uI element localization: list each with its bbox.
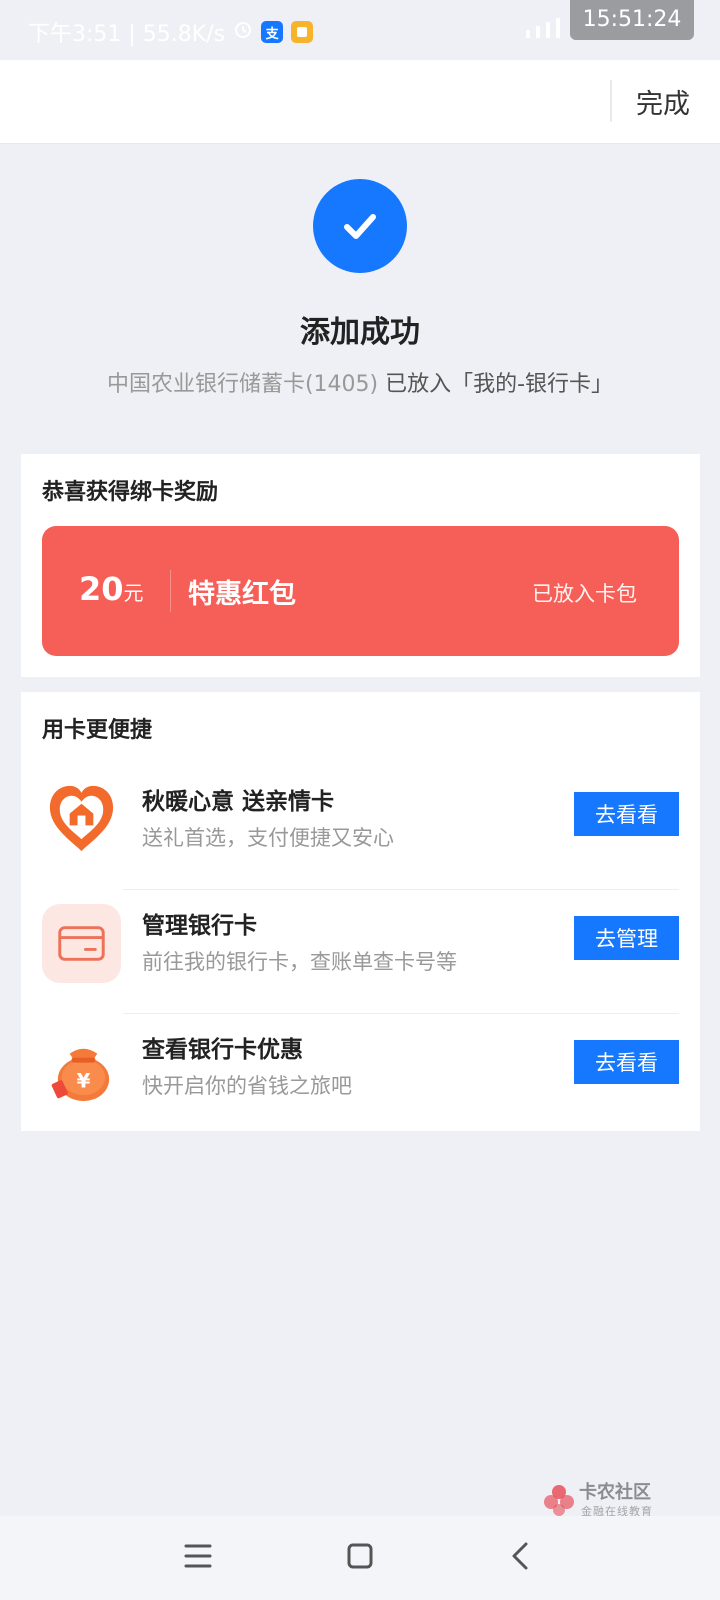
back-icon[interactable] <box>500 1536 540 1576</box>
signal-icons <box>526 18 560 38</box>
view-card-offers-button[interactable]: 去看看 <box>574 1040 679 1084</box>
signal-bar-icon <box>536 26 540 38</box>
service-title: 管理银行卡 <box>142 913 257 939</box>
service-row-card-offers[interactable]: ¥ 查看银行卡优惠 快开启你的省钱之旅吧 去看看 <box>21 1014 700 1138</box>
svg-text:¥: ¥ <box>77 1069 91 1092</box>
coupon-amount-unit: 元 <box>123 581 144 605</box>
coupon-amount-value: 20 <box>79 570 124 608</box>
watermark-title: 卡农社区 <box>579 1482 651 1503</box>
reward-card: 恭喜获得绑卡奖励 20元 特惠红包 已放入卡包 <box>21 454 700 677</box>
top-header: 完成 <box>0 60 720 144</box>
coupon-name: 特惠红包 <box>188 579 296 610</box>
view-family-card-button[interactable]: 去看看 <box>574 792 679 836</box>
money-bag-icon: ¥ <box>42 1028 121 1107</box>
success-title: 添加成功 <box>300 315 420 350</box>
service-row-manage-card[interactable]: 管理银行卡 前往我的银行卡，查账单查卡号等 去管理 <box>21 890 700 1014</box>
status-time-speed: 下午3:51 | 55.8K/s <box>28 22 226 47</box>
header-divider <box>610 80 612 122</box>
signal-bar-icon <box>526 30 530 38</box>
red-packet-coupon[interactable]: 20元 特惠红包 已放入卡包 <box>42 526 679 656</box>
check-icon <box>344 214 376 239</box>
services-card-title: 用卡更便捷 <box>42 718 153 743</box>
reward-card-title: 恭喜获得绑卡奖励 <box>42 480 219 505</box>
service-title: 秋暖心意 送亲情卡 <box>142 789 335 815</box>
status-left: 下午3:51 | 55.8K/s 支 <box>28 16 314 48</box>
signal-bar-icon <box>546 22 550 38</box>
alarm-icon <box>233 19 253 45</box>
notes-app-icon <box>291 21 314 43</box>
system-nav-bar <box>0 1516 720 1600</box>
success-description: 中国农业银行储蓄卡(1405) 已放入「我的-银行卡」 <box>0 366 720 398</box>
coupon-amount: 20元 <box>79 570 144 608</box>
status-bar: 下午3:51 | 55.8K/s 支 15:51:24 <box>0 0 720 60</box>
bank-card-icon <box>42 904 121 983</box>
service-title: 查看银行卡优惠 <box>142 1037 303 1063</box>
coupon-status: 已放入卡包 <box>532 582 637 606</box>
done-button[interactable]: 完成 <box>636 82 690 121</box>
signal-bar-icon <box>556 18 560 38</box>
home-icon[interactable] <box>340 1536 380 1576</box>
services-card: 用卡更便捷 秋暖心意 送亲情卡 送礼首选，支付便捷又安心 去看看 管理银行卡 前… <box>21 692 700 1131</box>
alipay-icon: 支 <box>261 21 284 43</box>
service-description: 送礼首选，支付便捷又安心 <box>142 826 394 850</box>
bound-card-name: 中国农业银行储蓄卡(1405) <box>106 372 379 397</box>
watermark-flower-icon <box>544 1485 574 1516</box>
service-description: 快开启你的省钱之旅吧 <box>142 1074 352 1098</box>
menu-icon[interactable] <box>178 1536 218 1576</box>
bound-card-location: 已放入「我的-银行卡」 <box>378 372 614 397</box>
status-clock: 15:51:24 <box>570 0 694 40</box>
heart-home-icon <box>42 780 121 859</box>
coupon-divider <box>170 570 171 612</box>
service-description: 前往我的银行卡，查账单查卡号等 <box>142 950 457 974</box>
service-row-family-card[interactable]: 秋暖心意 送亲情卡 送礼首选，支付便捷又安心 去看看 <box>21 766 700 890</box>
manage-card-button[interactable]: 去管理 <box>574 916 679 960</box>
success-check-icon <box>313 179 407 273</box>
